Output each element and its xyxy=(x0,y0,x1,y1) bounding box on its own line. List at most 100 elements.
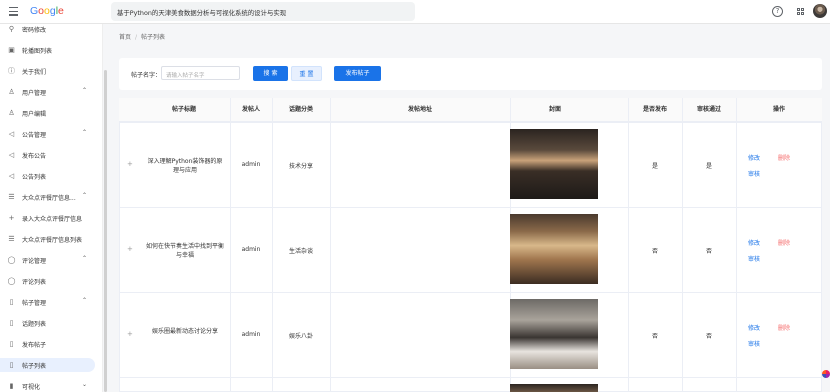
google-logo[interactable]: Google xyxy=(30,5,64,17)
approved-status: 否 xyxy=(705,333,712,340)
post-topic: 技术分享 xyxy=(288,163,313,170)
chevron-up-icon: ⌃ xyxy=(82,297,88,304)
sidebar-item-2[interactable]: ⓘ 关于我们 xyxy=(0,64,95,78)
apps-grid-icon[interactable] xyxy=(795,6,806,17)
sidebar-item-9[interactable]: + 录入大众点评餐厅信息 xyxy=(0,211,95,225)
column-header: 审核通过 xyxy=(696,106,721,113)
column-header: 发帖人 xyxy=(241,106,260,113)
column-header: 发帖地址 xyxy=(407,106,432,113)
sidebar-item-label: 帖子列表 xyxy=(22,363,47,370)
search-button[interactable]: 搜 索 xyxy=(253,66,288,81)
sidebar-item-label: 用户管理 xyxy=(22,90,47,97)
list-icon: ☰ xyxy=(8,235,15,243)
column-header: 封面 xyxy=(548,106,561,113)
search-input[interactable]: 请输入帖子名字 xyxy=(161,66,240,80)
column-divider xyxy=(682,98,683,392)
sidebar-item-12[interactable]: ◯ 评论列表 xyxy=(0,274,95,288)
expand-row-icon[interactable]: + xyxy=(127,160,133,168)
sidebar-item-label: 帖子管理 xyxy=(22,300,47,307)
approved-status: 否 xyxy=(705,248,712,255)
reset-button[interactable]: 重 置 xyxy=(291,66,322,81)
delete-button[interactable]: 删除 xyxy=(778,323,790,332)
document-icon: ▯ xyxy=(9,340,14,348)
search-label: 帖子名字： xyxy=(131,72,162,79)
megaphone-icon: ◁ xyxy=(8,130,15,138)
sidebar-item-13[interactable]: ▯ 帖子管理 ⌃ xyxy=(0,295,95,309)
help-icon[interactable]: ? xyxy=(772,6,783,17)
breadcrumb-current: 帖子列表 xyxy=(141,34,166,41)
sidebar-item-label: 可视化 xyxy=(22,384,41,391)
sidebar-item-3[interactable]: ♙ 用户管理 ⌃ xyxy=(0,85,95,99)
audit-button[interactable]: 审核 xyxy=(748,339,760,348)
chevron-up-icon: ⌃ xyxy=(82,129,88,136)
sidebar-item-label: 发布公告 xyxy=(22,153,47,160)
user-icon: ♙ xyxy=(8,88,15,96)
sidebar-item-5[interactable]: ◁ 公告管理 ⌃ xyxy=(0,127,95,141)
column-header: 操作 xyxy=(772,106,785,113)
sidebar-item-0[interactable]: ⚲ 密码修改 xyxy=(0,24,95,36)
menu-icon[interactable] xyxy=(9,7,18,16)
expand-row-icon[interactable]: + xyxy=(127,245,133,253)
column-header: 帖子标题 xyxy=(171,106,196,113)
post-topic: 生活杂谈 xyxy=(288,248,313,255)
row-divider xyxy=(119,207,822,208)
plus-icon: + xyxy=(8,214,15,222)
edit-button[interactable]: 修改 xyxy=(748,238,760,247)
column-divider xyxy=(272,98,273,392)
sidebar-item-17[interactable]: ▮ 可视化 ⌄ xyxy=(0,379,95,392)
column-header: 是否发布 xyxy=(642,106,667,113)
sidebar-item-8[interactable]: ☰ 大众点评餐厅信息... ⌃ xyxy=(0,190,95,204)
delete-button[interactable]: 删除 xyxy=(778,153,790,162)
sidebar-scrollbar[interactable] xyxy=(104,70,107,392)
delete-button[interactable]: 删除 xyxy=(778,238,790,247)
sidebar-item-label: 公告管理 xyxy=(22,132,47,139)
floating-badge-icon[interactable] xyxy=(822,370,830,378)
posts-table xyxy=(119,98,822,392)
published-status: 否 xyxy=(651,248,658,255)
edit-button[interactable]: 修改 xyxy=(748,153,760,162)
expand-row-icon[interactable]: + xyxy=(127,330,133,338)
chevron-up-icon: ⌃ xyxy=(82,255,88,262)
sidebar-item-4[interactable]: ♙ 用户编辑 xyxy=(0,106,95,120)
avatar[interactable] xyxy=(813,4,827,18)
sidebar-item-10[interactable]: ☰ 大众点评餐厅信息列表 xyxy=(0,232,95,246)
sidebar-item-6[interactable]: ◁ 发布公告 xyxy=(0,148,95,162)
sidebar-item-label: 大众点评餐厅信息... xyxy=(22,195,76,202)
image-icon: ▣ xyxy=(8,46,15,54)
post-author: admin xyxy=(241,331,261,338)
column-header: 话题分类 xyxy=(288,106,313,113)
user-icon: ♙ xyxy=(8,109,15,117)
sidebar-item-label: 公告列表 xyxy=(22,174,47,181)
audit-button[interactable]: 审核 xyxy=(748,254,760,263)
comment-icon: ◯ xyxy=(7,277,16,285)
sidebar-item-15[interactable]: ▯ 发布帖子 xyxy=(0,337,95,351)
row-divider xyxy=(119,377,822,378)
document-icon: ▯ xyxy=(9,361,14,369)
comment-icon: ◯ xyxy=(7,256,16,264)
sidebar-item-label: 密码修改 xyxy=(22,27,47,34)
column-divider xyxy=(628,98,629,392)
megaphone-icon: ◁ xyxy=(8,172,15,180)
column-divider xyxy=(230,98,231,392)
sidebar-item-16[interactable]: ▯ 帖子列表 xyxy=(0,358,95,372)
column-divider xyxy=(736,98,737,392)
sidebar-item-7[interactable]: ◁ 公告列表 xyxy=(0,169,95,183)
sidebar-item-label: 评论列表 xyxy=(22,279,47,286)
post-button[interactable]: 发布帖子 xyxy=(334,66,381,81)
audit-button[interactable]: 审核 xyxy=(748,169,760,178)
document-icon: ▯ xyxy=(9,319,14,327)
sidebar-item-label: 轮播图列表 xyxy=(22,48,53,55)
breadcrumb: 首页 / 帖子列表 xyxy=(119,34,166,41)
post-title: 如何在快节奏生活中找到平衡与幸福 xyxy=(146,243,225,259)
sidebar-item-14[interactable]: ▯ 话题列表 xyxy=(0,316,95,330)
post-title: 娱乐圈最新动态讨论分享 xyxy=(151,328,218,335)
approved-status: 是 xyxy=(705,163,712,170)
app-title: 基于Python的天津美食数据分析与可视化系统的设计与实现 xyxy=(111,2,415,21)
breadcrumb-home[interactable]: 首页 xyxy=(119,34,131,41)
edit-button[interactable]: 修改 xyxy=(748,323,760,332)
sidebar-item-11[interactable]: ◯ 评论管理 ⌃ xyxy=(0,253,95,267)
post-author: admin xyxy=(241,161,261,168)
sidebar-item-1[interactable]: ▣ 轮播图列表 xyxy=(0,43,95,57)
post-author: admin xyxy=(241,246,261,253)
chevron-up-icon: ⌃ xyxy=(82,192,88,199)
